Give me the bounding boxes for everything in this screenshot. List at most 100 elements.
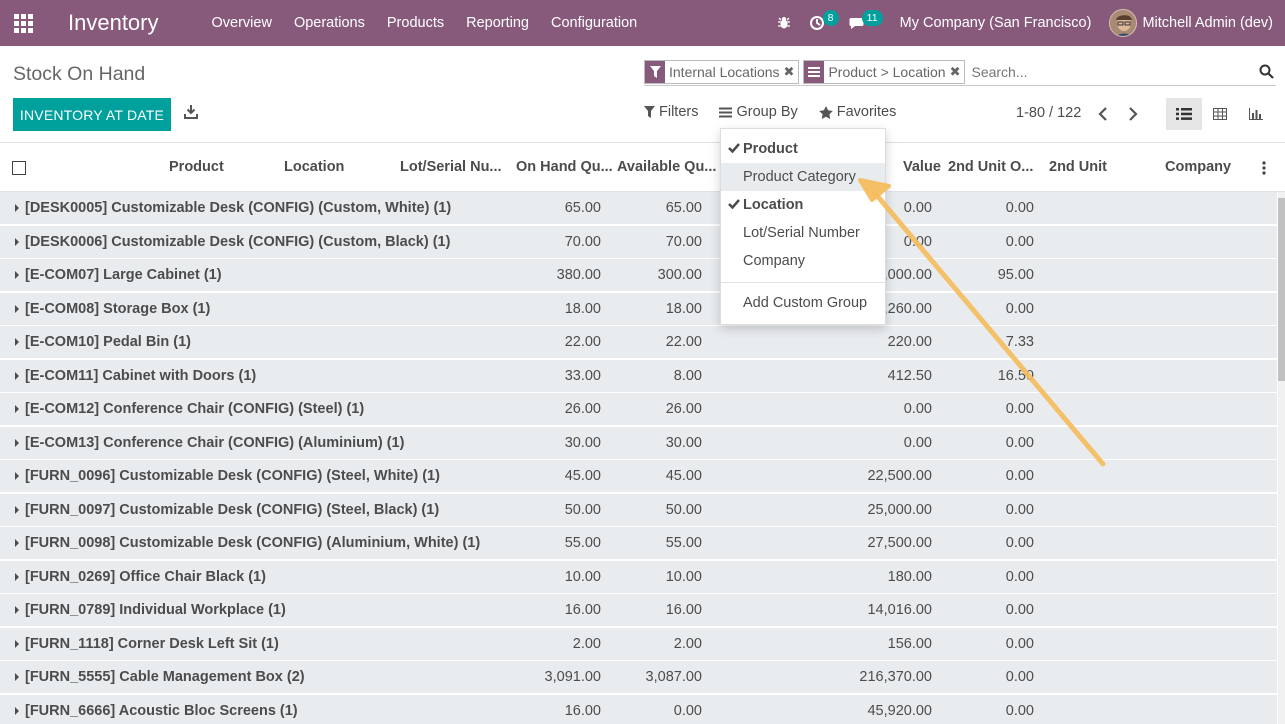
table-row[interactable]: [FURN_0098] Customizable Desk (CONFIG) (… — [0, 527, 1277, 560]
expand-caret-icon[interactable] — [15, 371, 19, 380]
expand-caret-icon[interactable] — [15, 304, 19, 313]
column-second-unit-on-hand[interactable]: 2nd Unit O... — [948, 159, 1033, 175]
table-row[interactable]: [E-COM11] Cabinet with Doors (1) 33.00 8.0… — [0, 359, 1277, 393]
pivot-view-icon[interactable] — [1202, 98, 1238, 130]
group-by-product[interactable]: Product — [721, 135, 885, 163]
group-by-lot-serial[interactable]: Lot/Serial Number — [721, 219, 885, 247]
debug-icon[interactable] — [768, 0, 800, 46]
expand-caret-icon[interactable] — [15, 606, 19, 614]
on-hand-qty: 16.00 — [564, 602, 601, 618]
remove-facet-icon[interactable]: ✖ — [950, 64, 965, 80]
expand-caret-icon[interactable] — [15, 539, 19, 547]
table-row[interactable]: [FURN_0789] Individual Workplace (1) 16.0… — [0, 594, 1277, 627]
list-view-icon[interactable] — [1166, 98, 1202, 130]
table-row[interactable]: [FURN_6666] Acoustic Bloc Screens (1) 16.… — [0, 694, 1277, 724]
add-custom-group[interactable]: Add Custom Group — [721, 289, 885, 317]
value: 25,000.00 — [867, 501, 932, 518]
expand-caret-icon[interactable] — [15, 204, 19, 212]
company-switcher[interactable]: My Company (San Francisco) — [886, 15, 1110, 31]
group-name: [FURN_0096] Customizable Desk (CONFIG) (… — [25, 468, 440, 484]
apps-menu-icon[interactable] — [0, 0, 46, 46]
avatar — [1109, 9, 1138, 37]
table-row[interactable]: [FURN_1118] Corner Desk Left Sit (1) 2.00… — [0, 627, 1277, 661]
on-hand-qty: 50.00 — [564, 501, 601, 518]
messages-icon[interactable]: 11 — [840, 0, 886, 46]
select-all-checkbox[interactable] — [12, 161, 26, 175]
favorites-toggle[interactable]: Favorites — [818, 104, 897, 120]
download-icon[interactable] — [184, 104, 200, 122]
pager-previous-icon[interactable] — [1098, 107, 1108, 124]
expand-caret-icon[interactable] — [15, 271, 19, 279]
on-hand-qty: 10.00 — [564, 568, 601, 585]
expand-caret-icon[interactable] — [15, 405, 19, 413]
table-row[interactable]: [FURN_5555] Cable Management Box (2) 3,09… — [0, 661, 1277, 694]
inventory-at-date-button[interactable]: INVENTORY AT DATE — [13, 98, 171, 131]
group-name: [E-COM10] Pedal Bin (1) — [25, 334, 191, 350]
table-row[interactable]: [FURN_0269] Office Chair Black (1) 10.00 1… — [0, 560, 1277, 594]
table-row[interactable]: [E-COM10] Pedal Bin (1) 22.00 22.00 220.00 7… — [0, 326, 1277, 359]
group-by-toggle[interactable]: Group By — [719, 104, 798, 120]
menu-operations[interactable]: Operations — [283, 0, 376, 46]
table-row[interactable]: [E-COM07] Large Cabinet (1) 380.00 300.00 4… — [0, 259, 1277, 292]
expand-caret-icon[interactable] — [15, 472, 19, 480]
group-by-company[interactable]: Company — [721, 247, 885, 275]
column-company[interactable]: Company — [1165, 159, 1231, 175]
table-row[interactable]: [DESK0005] Customizable Desk (CONFIG) (C… — [0, 192, 1277, 225]
main-menu: Overview Operations Products Reporting C… — [201, 0, 649, 46]
second-unit-on-hand: 0.00 — [1005, 669, 1034, 685]
user-menu[interactable]: Mitchell Admin (dev) — [1109, 9, 1285, 37]
value: 45,920.00 — [867, 702, 932, 719]
expand-caret-icon[interactable] — [15, 438, 19, 447]
available-qty: 26.00 — [665, 401, 702, 417]
search-bar: Internal Locations ✖ Product > Location … — [644, 59, 1276, 86]
column-lot-serial[interactable]: Lot/Serial Nu... — [400, 159, 502, 175]
available-qty: 22.00 — [665, 334, 702, 350]
available-qty: 50.00 — [665, 501, 702, 518]
table-row[interactable]: [DESK0006] Customizable Desk (CONFIG) (C… — [0, 225, 1277, 259]
pager-value[interactable]: 1-80 / 122 — [1016, 105, 1081, 121]
second-unit-on-hand: 95.00 — [997, 267, 1034, 283]
pager-next-icon[interactable] — [1128, 107, 1138, 124]
column-location[interactable]: Location — [284, 159, 344, 175]
column-on-hand[interactable]: On Hand Qu... — [516, 159, 613, 175]
column-second-unit[interactable]: 2nd Unit — [1049, 159, 1107, 175]
search-input[interactable] — [971, 64, 1242, 80]
available-qty: 70.00 — [665, 233, 702, 250]
value: 0.00 — [903, 200, 932, 216]
column-available[interactable]: Available Qu... — [617, 159, 716, 175]
expand-caret-icon[interactable] — [15, 338, 19, 346]
available-qty: 8.00 — [673, 367, 702, 384]
expand-caret-icon[interactable] — [15, 237, 19, 246]
table-row[interactable]: [E-COM08] Storage Box (1) 18.00 18.00 1,260… — [0, 292, 1277, 326]
filters-toggle[interactable]: Filters — [644, 104, 698, 120]
expand-caret-icon[interactable] — [15, 572, 19, 581]
optional-columns-icon[interactable] — [1262, 161, 1266, 178]
menu-overview[interactable]: Overview — [201, 0, 283, 46]
check-icon — [728, 199, 740, 209]
column-value[interactable]: Value — [903, 159, 941, 175]
menu-configuration[interactable]: Configuration — [540, 0, 648, 46]
app-name[interactable]: Inventory — [68, 10, 159, 36]
expand-caret-icon[interactable] — [15, 706, 19, 715]
group-by-location[interactable]: Location — [721, 191, 885, 219]
menu-reporting[interactable]: Reporting — [455, 0, 540, 46]
menu-products[interactable]: Products — [376, 0, 455, 46]
column-product[interactable]: Product — [169, 159, 224, 175]
graph-view-icon[interactable] — [1238, 98, 1274, 130]
expand-caret-icon[interactable] — [15, 505, 19, 514]
table-row[interactable]: [E-COM12] Conference Chair (CONFIG) (Ste… — [0, 393, 1277, 426]
activity-icon[interactable]: 8 — [800, 0, 840, 46]
table-row[interactable]: [E-COM13] Conference Chair (CONFIG) (Alu… — [0, 426, 1277, 460]
remove-facet-icon[interactable]: ✖ — [784, 64, 799, 80]
scrollbar[interactable] — [1278, 192, 1285, 724]
favorites-label: Favorites — [836, 104, 897, 120]
table-row[interactable]: [FURN_0096] Customizable Desk (CONFIG) (… — [0, 460, 1277, 493]
group-by-product-category[interactable]: Product Category — [721, 163, 885, 191]
table-row[interactable]: [FURN_0097] Customizable Desk (CONFIG) (… — [0, 493, 1277, 527]
dropdown-divider — [721, 282, 885, 283]
expand-caret-icon[interactable] — [15, 673, 19, 681]
group-by-icon — [804, 61, 825, 83]
group-name: [E-COM13] Conference Chair (CONFIG) (Alu… — [25, 434, 405, 451]
expand-caret-icon[interactable] — [15, 639, 19, 648]
search-icon[interactable] — [1259, 64, 1274, 82]
